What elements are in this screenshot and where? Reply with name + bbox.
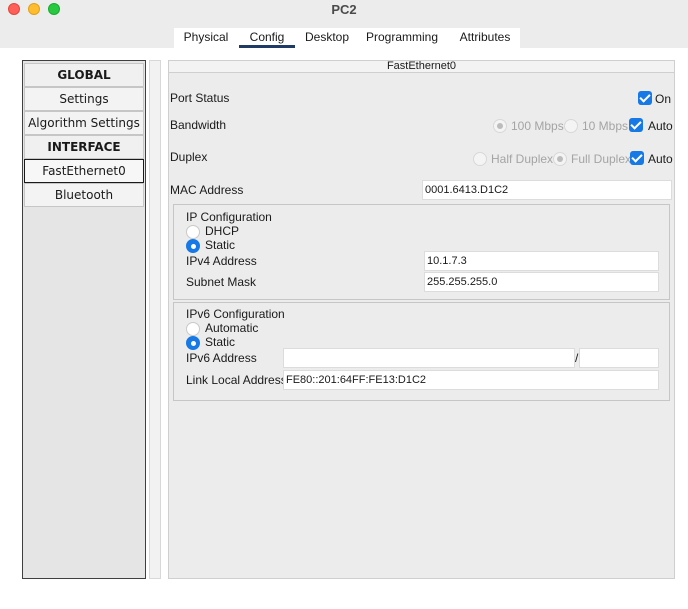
bandwidth-auto-checkbox[interactable] (629, 118, 643, 132)
mac-address-label: MAC Address (170, 183, 244, 197)
tab-physical[interactable]: Physical (179, 30, 233, 48)
ipv6-static-label: Static (205, 335, 236, 349)
tab-desktop[interactable]: Desktop (302, 30, 352, 48)
ipv4-static-label: Static (205, 238, 236, 252)
port-status-label: Port Status (170, 91, 230, 105)
duplex-auto-label: Auto (648, 152, 673, 166)
tab-config-label: Config (249, 30, 285, 44)
panel-title: FastEthernet0 (169, 61, 674, 73)
bandwidth-label: Bandwidth (170, 118, 227, 132)
sidebar-item-settings[interactable]: Settings (24, 87, 144, 111)
full-duplex-label: Full Duplex (571, 152, 632, 166)
tab-config[interactable]: Config (239, 30, 295, 48)
mac-address-input[interactable] (422, 180, 672, 200)
bandwidth-10-radio[interactable] (564, 119, 578, 133)
bandwidth-100-label: 100 Mbps (511, 119, 564, 133)
ipv6-prefix-input[interactable] (579, 348, 659, 368)
dhcp-radio[interactable] (186, 225, 200, 239)
port-status-checkbox[interactable] (638, 91, 652, 105)
ipv6-automatic-label: Automatic (205, 321, 259, 335)
sidebar-scrollbar[interactable] (149, 60, 161, 579)
ipv6-configuration-group: IPv6 Configuration Automatic Static IPv6… (173, 302, 670, 401)
link-local-address-input[interactable] (283, 370, 659, 390)
half-duplex-label: Half Duplex (491, 152, 554, 166)
full-duplex-radio[interactable] (553, 152, 567, 166)
sidebar-item-fastethernet0[interactable]: FastEthernet0 (24, 159, 144, 183)
sidebar-header-interface: INTERFACE (24, 135, 144, 159)
ipv6-automatic-radio[interactable] (186, 322, 200, 336)
bandwidth-100-radio[interactable] (493, 119, 507, 133)
port-status-on-label: On (655, 92, 672, 106)
bandwidth-auto-label: Auto (648, 119, 673, 133)
ipv4-address-label: IPv4 Address (186, 254, 257, 268)
ipv4-address-input[interactable] (424, 251, 659, 271)
dhcp-label: DHCP (205, 224, 240, 238)
sidebar-item-bluetooth[interactable]: Bluetooth (24, 183, 144, 207)
half-duplex-radio[interactable] (473, 152, 487, 166)
sidebar-header-global: GLOBAL (24, 63, 144, 87)
sidebar-item-algorithm-settings[interactable]: Algorithm Settings (24, 111, 144, 135)
ip-configuration-title: IP Configuration (186, 210, 272, 224)
duplex-auto-checkbox[interactable] (630, 151, 644, 165)
subnet-mask-input[interactable] (424, 272, 659, 292)
ipv6-prefix-slash: / (575, 351, 579, 365)
bandwidth-10-label: 10 Mbps (582, 119, 629, 133)
config-sidebar: GLOBAL Settings Algorithm Settings INTER… (22, 60, 146, 579)
ipv6-address-input[interactable] (283, 348, 575, 368)
link-local-address-label: Link Local Address: (186, 373, 291, 387)
ipv4-static-radio[interactable] (186, 239, 200, 253)
ipv6-address-label: IPv6 Address (186, 351, 257, 365)
interface-panel: FastEthernet0 Port Status On Bandwidth 1… (168, 60, 675, 579)
ipv6-static-radio[interactable] (186, 336, 200, 350)
tab-programming[interactable]: Programming (366, 30, 438, 48)
window-title: PC2 (331, 2, 357, 17)
title-bar: PC2 (0, 0, 688, 22)
tab-strip: Physical Config Desktop Programming Attr… (0, 22, 688, 48)
duplex-label: Duplex (170, 150, 208, 164)
ip-configuration-group: IP Configuration DHCP Static IPv4 Addres… (173, 204, 670, 300)
ipv6-configuration-title: IPv6 Configuration (186, 307, 285, 321)
subnet-mask-label: Subnet Mask (186, 275, 257, 289)
tab-bar: Physical Config Desktop Programming Attr… (174, 28, 520, 48)
tab-attributes[interactable]: Attributes (456, 30, 514, 48)
